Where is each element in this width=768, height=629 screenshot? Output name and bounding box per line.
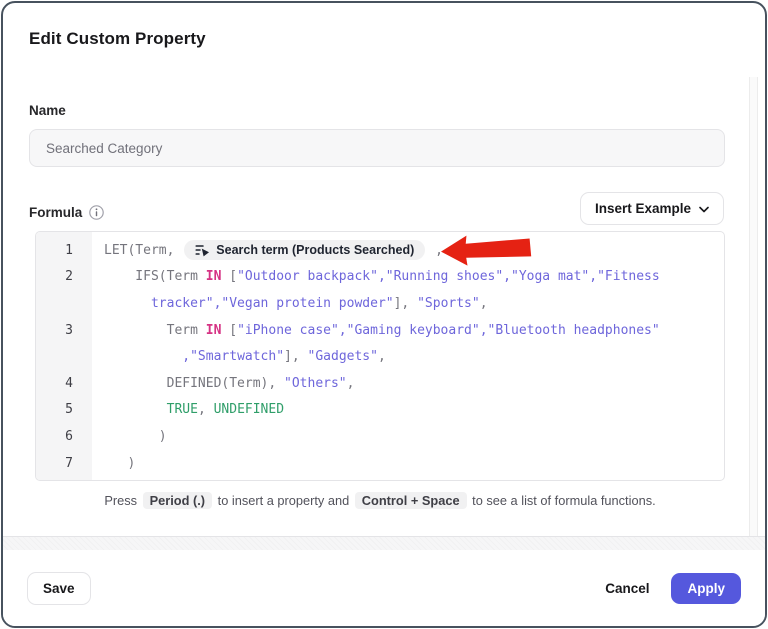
formula-label-row: Formula bbox=[29, 205, 104, 220]
formula-label: Formula bbox=[29, 205, 82, 220]
kbd-control-space: Control + Space bbox=[355, 492, 467, 509]
help-text: Press Period (.) to insert a property an… bbox=[35, 493, 725, 508]
code-token bbox=[104, 349, 182, 364]
edit-custom-property-modal: Edit Custom Property Name Formula Insert… bbox=[1, 1, 767, 628]
code-token: IFS(Term bbox=[104, 269, 206, 284]
code-line[interactable]: LET(Term, Search term (Products Searched… bbox=[92, 240, 443, 260]
code-token: "Gadgets" bbox=[308, 349, 378, 364]
code-token: [ bbox=[221, 323, 237, 338]
name-label: Name bbox=[29, 103, 66, 118]
code-token: LET(Term, bbox=[104, 243, 182, 258]
code-row: tracker","Vegan protein powder"], "Sport… bbox=[36, 290, 724, 317]
footer: Save Cancel Apply bbox=[3, 550, 765, 626]
code-row: 6 ) bbox=[36, 423, 724, 450]
annotation-arrow bbox=[439, 231, 532, 270]
line-number: 1 bbox=[36, 243, 92, 258]
code-token: DEFINED(Term), bbox=[104, 376, 284, 391]
code-line[interactable]: ,"Smartwatch"], "Gadgets", bbox=[92, 349, 386, 364]
line-number: 3 bbox=[36, 323, 92, 338]
insert-example-button[interactable]: Insert Example bbox=[580, 192, 724, 225]
code-token: ) bbox=[104, 456, 135, 471]
line-number: 4 bbox=[36, 376, 92, 391]
code-row: 3 Term IN ["iPhone case","Gaming keyboar… bbox=[36, 317, 724, 344]
code-token: Term bbox=[104, 323, 206, 338]
help-prefix: Press bbox=[104, 493, 140, 508]
name-input[interactable] bbox=[29, 129, 725, 167]
property-chip[interactable]: Search term (Products Searched) bbox=[184, 240, 425, 260]
code-token: IN bbox=[206, 323, 222, 338]
apply-button[interactable]: Apply bbox=[671, 573, 741, 604]
code-token: UNDEFINED bbox=[214, 402, 284, 417]
code-token: , bbox=[198, 402, 214, 417]
list-play-icon bbox=[195, 244, 210, 257]
save-button[interactable]: Save bbox=[27, 572, 91, 605]
code-row: ,"Smartwatch"], "Gadgets", bbox=[36, 343, 724, 370]
help-mid: to insert a property and bbox=[214, 493, 353, 508]
code-token: "Sports" bbox=[417, 296, 480, 311]
code-token bbox=[104, 296, 151, 311]
code-line[interactable]: tracker","Vegan protein powder"], "Sport… bbox=[92, 296, 488, 311]
code-token: "Outdoor backpack","Running shoes","Yoga… bbox=[237, 269, 660, 284]
code-token: tracker","Vegan protein powder" bbox=[151, 296, 394, 311]
help-suffix: to see a list of formula functions. bbox=[469, 493, 656, 508]
code-token: , bbox=[378, 349, 386, 364]
code-line[interactable]: Term IN ["iPhone case","Gaming keyboard"… bbox=[92, 323, 660, 338]
code-token: "Others" bbox=[284, 376, 347, 391]
formula-editor-rows: 1LET(Term, Search term (Products Searche… bbox=[36, 232, 724, 480]
code-token bbox=[104, 402, 167, 417]
code-token: "iPhone case","Gaming keyboard","Bluetoo… bbox=[237, 323, 660, 338]
code-line[interactable]: ) bbox=[92, 429, 167, 444]
kbd-period: Period (.) bbox=[143, 492, 212, 509]
code-row: 4 DEFINED(Term), "Others", bbox=[36, 370, 724, 397]
line-number: 7 bbox=[36, 456, 92, 471]
scrollbar[interactable] bbox=[749, 77, 758, 542]
code-token: , bbox=[347, 376, 355, 391]
code-token: ], bbox=[394, 296, 417, 311]
code-row: 5 TRUE, UNDEFINED bbox=[36, 397, 724, 424]
code-token: ,"Smartwatch" bbox=[182, 349, 284, 364]
chevron-down-icon bbox=[699, 201, 709, 216]
cancel-button[interactable]: Cancel bbox=[605, 581, 649, 596]
code-token: TRUE bbox=[167, 402, 198, 417]
chip-label: Search term (Products Searched) bbox=[216, 243, 414, 257]
code-row: 7 ) bbox=[36, 450, 724, 477]
code-row: 1LET(Term, Search term (Products Searche… bbox=[36, 237, 724, 264]
info-icon[interactable] bbox=[89, 205, 104, 220]
line-number: 2 bbox=[36, 269, 92, 284]
code-line[interactable]: IFS(Term IN ["Outdoor backpack","Running… bbox=[92, 269, 660, 284]
formula-editor[interactable]: 1LET(Term, Search term (Products Searche… bbox=[35, 231, 725, 481]
footer-divider bbox=[3, 536, 765, 550]
insert-example-label: Insert Example bbox=[595, 201, 691, 216]
code-token: IN bbox=[206, 269, 222, 284]
screen: Edit Custom Property Name Formula Insert… bbox=[0, 0, 768, 629]
line-number: 5 bbox=[36, 402, 92, 417]
line-number: 6 bbox=[36, 429, 92, 444]
code-token: ], bbox=[284, 349, 307, 364]
code-line[interactable]: TRUE, UNDEFINED bbox=[92, 402, 284, 417]
code-line[interactable]: ) bbox=[92, 456, 135, 471]
code-token: , bbox=[480, 296, 488, 311]
code-token: [ bbox=[221, 269, 237, 284]
page-title: Edit Custom Property bbox=[29, 29, 206, 49]
code-line[interactable]: DEFINED(Term), "Others", bbox=[92, 376, 354, 391]
code-token: ) bbox=[104, 429, 167, 444]
code-row: 2 IFS(Term IN ["Outdoor backpack","Runni… bbox=[36, 264, 724, 291]
